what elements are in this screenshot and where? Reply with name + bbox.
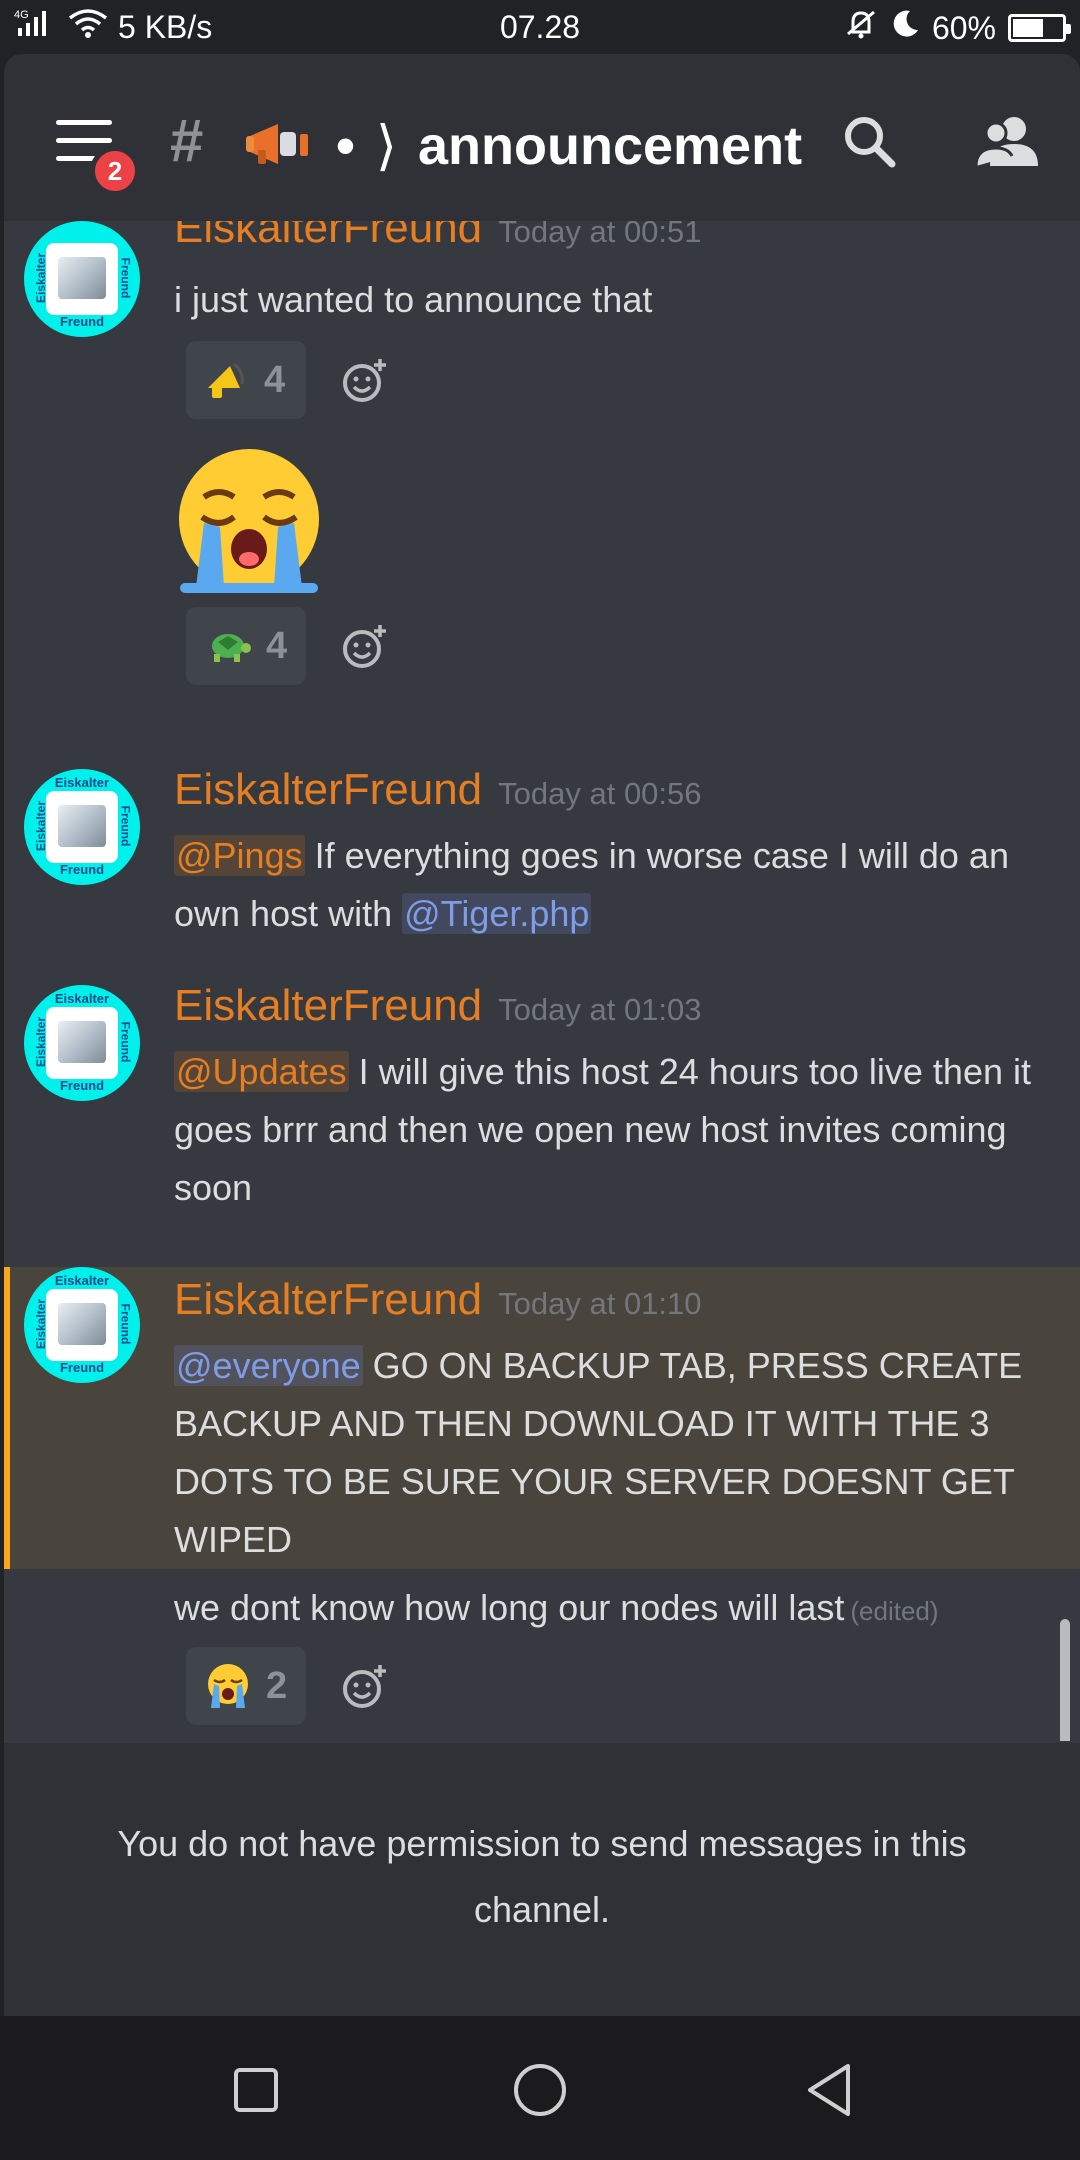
home-icon[interactable] — [510, 2060, 570, 2120]
megaphone-emoji-icon — [208, 362, 244, 398]
channel-name: announcement — [418, 116, 803, 176]
message-text: @Updates I will give this host 24 hours … — [174, 1051, 1031, 1208]
message-author[interactable]: EiskalterFreund Today at 01:10 — [174, 1275, 702, 1325]
loudly-crying-emoji-icon — [208, 1664, 248, 1708]
add-reaction-icon[interactable] — [340, 357, 388, 405]
message-text: i just wanted to announce that — [174, 279, 653, 320]
message-timestamp: Today at 00:51 — [498, 221, 702, 249]
avatar[interactable]: Freund Eiskalter Freund — [24, 221, 140, 337]
message-timestamp: Today at 01:10 — [498, 1286, 702, 1321]
system-nav-bar — [0, 2016, 1080, 2160]
edited-tag: (edited) — [850, 1596, 939, 1626]
channel-separator: • — [336, 116, 355, 176]
message-text: @everyone GO ON BACKUP TAB, PRESS CREATE… — [174, 1345, 1023, 1560]
avatar[interactable]: Eiskalter Freund Eiskalter Freund — [24, 769, 140, 885]
no-permission-notice: You do not have permission to send messa… — [4, 1743, 1080, 2016]
message-list[interactable]: Freund Eiskalter Freund EiskalterFreund T… — [4, 221, 1080, 1741]
message-text-followup: we dont know how long our nodes will las… — [174, 1587, 939, 1628]
recent-apps-icon[interactable] — [226, 2060, 286, 2120]
avatar[interactable]: Eiskalter Freund Eiskalter Freund — [24, 1267, 140, 1383]
battery-icon — [1008, 14, 1071, 42]
message-timestamp: Today at 01:03 — [498, 992, 702, 1027]
turtle-emoji-icon — [212, 634, 251, 662]
moon-icon — [890, 8, 920, 48]
no-permission-text: You do not have permission to send messa… — [117, 1823, 967, 1930]
members-icon[interactable] — [974, 112, 1040, 172]
search-icon[interactable] — [840, 112, 900, 172]
loudly-crying-face-emoji — [179, 449, 319, 593]
everyone-mention[interactable]: @everyone — [174, 1345, 363, 1386]
reaction-crying[interactable]: 2 — [186, 1647, 306, 1725]
battery-percent: 60% — [931, 9, 996, 46]
message-timestamp: Today at 00:56 — [498, 776, 702, 811]
message-text: @Pings If everything goes in worse case … — [174, 835, 1009, 934]
add-reaction-icon[interactable] — [340, 1663, 388, 1711]
avatar[interactable]: Eiskalter Freund Eiskalter Freund — [24, 985, 140, 1101]
message-author[interactable]: EiskalterFreund Today at 01:03 — [174, 981, 702, 1031]
app-window: 2 # • ⟩ announcement Freund Eiskalter Fr… — [4, 54, 1080, 2016]
message-author[interactable]: EiskalterFreund Today at 00:56 — [174, 765, 702, 815]
reaction-count: 4 — [266, 624, 288, 667]
megaphone-icon — [246, 124, 308, 164]
role-mention[interactable]: @Updates — [174, 1051, 349, 1092]
scrollbar[interactable] — [1060, 1619, 1070, 1741]
status-right: 60% — [844, 8, 1071, 48]
chevron-right-icon: ⟩ — [375, 116, 397, 176]
reaction-megaphone[interactable]: 4 — [186, 341, 306, 419]
reaction-count: 2 — [266, 1664, 288, 1707]
reaction-count: 4 — [264, 358, 286, 401]
role-mention[interactable]: @Pings — [174, 835, 305, 876]
message-author[interactable]: EiskalterFreund Today at 00:51 — [174, 221, 702, 253]
notification-badge: 2 — [90, 146, 140, 196]
channel-header: 2 # • ⟩ announcement — [4, 54, 1080, 221]
hash-icon: # — [170, 107, 204, 174]
add-reaction-icon[interactable] — [340, 623, 388, 671]
status-bar: 4G 5 KB/s 07.28 60% — [0, 0, 1080, 54]
mute-icon — [844, 8, 878, 48]
reaction-turtle[interactable]: 4 — [186, 607, 306, 685]
back-icon[interactable] — [800, 2060, 860, 2120]
channel-title[interactable]: • ⟩ announcement — [336, 114, 802, 177]
user-mention[interactable]: @Tiger.php — [402, 893, 592, 934]
